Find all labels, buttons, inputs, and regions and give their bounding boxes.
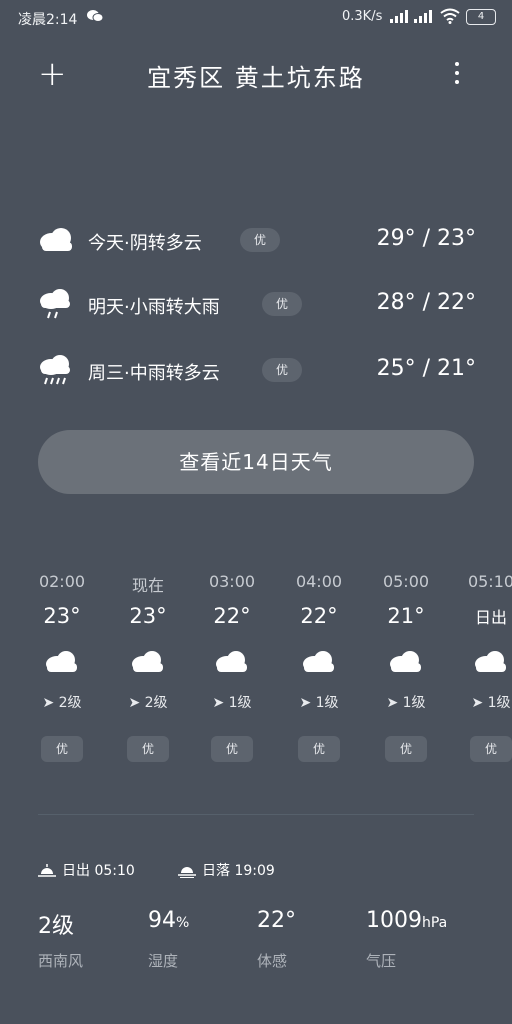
hourly-item: 05:00 21° ➤ 1级 优 (370, 572, 442, 762)
hour-temp: 22° (300, 604, 338, 628)
pressure-label: 气压 (366, 952, 397, 970)
hour-time: 现在 (131, 576, 164, 595)
forecast-temp: 25° / 21° (376, 356, 476, 381)
forecast-temp: 29° / 23° (376, 226, 476, 251)
hour-time: 05:00 (382, 572, 430, 591)
battery-icon: 4 (466, 9, 496, 25)
wind-arrow-icon: ➤ (42, 695, 55, 711)
wind-value: 2级 (38, 908, 74, 940)
hour-time: 02:00 (38, 572, 86, 591)
hour-wind: ➤ 2级 (112, 692, 184, 711)
wechat-icon (86, 9, 104, 27)
cloud-icon (388, 648, 424, 676)
forecast-row-wednesday[interactable]: 周三·中雨转多云 优 25° / 21° (38, 352, 476, 392)
feels-like-label: 体感 (257, 952, 288, 970)
status-time: 凌晨2:14 (18, 12, 78, 28)
hour-wind: ➤ 2级 (26, 692, 98, 711)
forecast-day-label: 周三·中雨转多云 (88, 363, 220, 384)
hourly-item: 05:10 日出 ➤ 1级 优 (455, 572, 512, 762)
divider (38, 814, 474, 815)
cloud-icon (44, 648, 80, 676)
sunset-time: 日落 19:09 (202, 863, 275, 879)
hour-temp: 22° (213, 604, 251, 628)
detail-value: 22° (257, 908, 296, 933)
aqi-badge: 优 (262, 358, 303, 382)
forecast-row-tomorrow[interactable]: 明天·小雨转大雨 优 28° / 22° (38, 286, 476, 326)
aqi-badge: 优 (127, 736, 169, 762)
hour-temp: 23° (43, 604, 81, 628)
hour-temp: 23° (129, 604, 167, 628)
hd-signal-icon (412, 10, 432, 27)
wind-arrow-icon: ➤ (299, 695, 312, 711)
cloud-icon (38, 222, 74, 258)
pressure-value: 1009hPa (366, 908, 447, 933)
hourly-item: 03:00 22° ➤ 1级 优 (196, 572, 268, 762)
hour-wind: ➤ 1级 (455, 692, 512, 711)
hour-time: 05:10 (467, 572, 512, 591)
hourly-item: 现在 23° ➤ 2级 优 (112, 572, 184, 762)
cloud-icon (473, 648, 509, 676)
aqi-badge: 优 (298, 736, 340, 762)
aqi-badge: 优 (240, 228, 281, 252)
sunrise-time: 日出 05:10 (62, 863, 135, 879)
wind-level: 1级 (487, 695, 511, 711)
sunset: 日落 19:09 (178, 860, 275, 880)
detail-value: 94 (148, 908, 176, 933)
hour-wind: ➤ 1级 (196, 692, 268, 711)
detail-unit: hPa (422, 915, 448, 931)
view-14-day-button[interactable]: 查看近14日天气 (38, 430, 474, 494)
wind-arrow-icon: ➤ (212, 695, 225, 711)
page-title: 宜秀区 黄土坑东路 (147, 64, 365, 92)
wind-level: 1级 (228, 695, 252, 711)
wind-label: 西南风 (38, 952, 84, 970)
cloud-icon (301, 648, 337, 676)
sunset-icon (178, 863, 202, 879)
aqi-badge: 优 (211, 736, 253, 762)
aqi-badge: 优 (262, 292, 303, 316)
light-rain-icon (38, 286, 74, 322)
forecast-day-label: 今天·阴转多云 (88, 233, 202, 254)
signal-icon (390, 10, 408, 27)
more-menu-button[interactable] (450, 62, 464, 88)
wind-level: 1级 (315, 695, 339, 711)
hour-time: 03:00 (208, 572, 256, 591)
hourly-item: 04:00 22° ➤ 1级 优 (283, 572, 355, 762)
wind-arrow-icon: ➤ (386, 695, 399, 711)
network-speed: 0.3K/s (342, 9, 383, 24)
cloud-icon (214, 648, 250, 676)
wifi-icon (440, 8, 460, 28)
feels-like-value: 22° (257, 908, 296, 933)
wind-level: 2级 (144, 695, 168, 711)
aqi-badge: 优 (470, 736, 512, 762)
aqi-badge: 优 (41, 736, 83, 762)
sunrise-icon (38, 863, 62, 879)
status-bar: 凌晨2:14 0.3K/s 4 (0, 0, 512, 34)
forecast-day-label: 明天·小雨转大雨 (88, 297, 220, 318)
rain-icon (38, 352, 74, 388)
detail-value: 2级 (38, 914, 74, 939)
sunrise: 日出 05:10 (38, 860, 135, 880)
hour-temp: 21° (387, 604, 425, 628)
wind-level: 1级 (402, 695, 426, 711)
detail-value: 1009 (366, 908, 422, 933)
hour-wind: ➤ 1级 (283, 692, 355, 711)
hourly-item: 02:00 23° ➤ 2级 优 (26, 572, 98, 762)
detail-unit: % (176, 915, 190, 931)
forecast-temp: 28° / 22° (376, 290, 476, 315)
hour-wind: ➤ 1级 (370, 692, 442, 711)
humidity-label: 湿度 (148, 952, 179, 970)
hour-time: 04:00 (295, 572, 343, 591)
aqi-badge: 优 (385, 736, 427, 762)
humidity-value: 94% (148, 908, 189, 933)
wind-arrow-icon: ➤ (471, 695, 484, 711)
cloud-icon (130, 648, 166, 676)
hour-temp: 日出 (474, 608, 507, 627)
wind-level: 2级 (58, 695, 82, 711)
wind-arrow-icon: ➤ (128, 695, 141, 711)
forecast-row-today[interactable]: 今天·阴转多云 优 29° / 23° (38, 222, 476, 262)
